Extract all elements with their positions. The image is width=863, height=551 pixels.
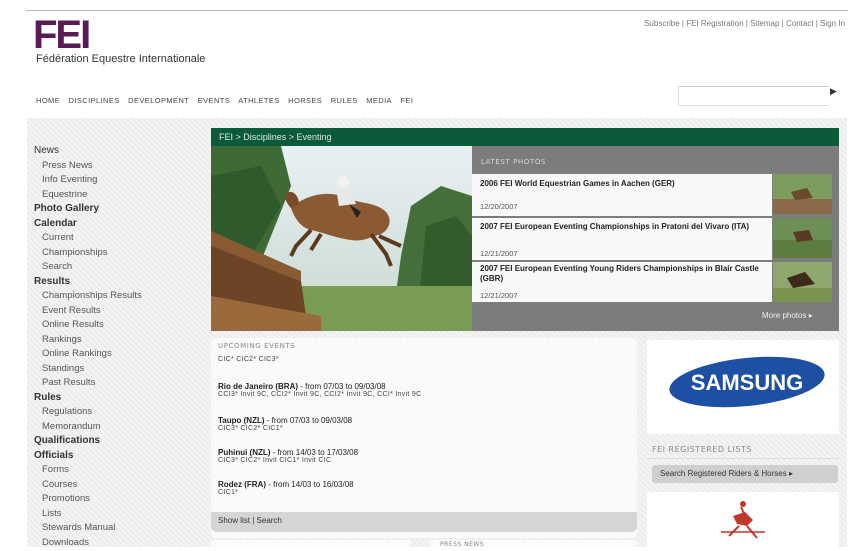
press-news-panel: PRESS NEWS xyxy=(430,540,637,548)
event-categories: CCI3* Invit 9C, CCI2* Invit 9C, CCI2* In… xyxy=(218,391,422,398)
photo-item-date: 12/21/2007 xyxy=(480,249,518,258)
utility-links: Subscribe | FEI Registration | Sitemap |… xyxy=(644,19,845,28)
nav-development[interactable]: DEVELOPMENT xyxy=(128,96,189,105)
bottom-panel-left xyxy=(211,540,411,547)
photo-thumbnail[interactable] xyxy=(773,174,832,214)
sidebar-item[interactable]: Standings xyxy=(34,362,204,377)
sidebar-nav: News Press News Info Eventing Equestrine Pho… xyxy=(34,144,204,550)
registered-lists-heading: FEI REGISTERED LISTS xyxy=(652,445,752,454)
photo-item[interactable]: 2007 FEI European Eventing Young Riders … xyxy=(472,262,772,302)
fei-logo[interactable]: FEI xyxy=(33,13,153,57)
event-name[interactable]: Puhinui (NZL) xyxy=(218,448,270,457)
sidebar-section[interactable]: Qualifications xyxy=(34,434,204,449)
registered-divider xyxy=(647,458,839,459)
upcoming-events-box: UPCOMING EVENTS CIC* CIC2* CIC3* Rio de … xyxy=(211,338,637,538)
sidebar-item[interactable]: Equestrine xyxy=(34,188,204,203)
sidebar-section[interactable]: Photo Gallery xyxy=(34,202,204,217)
event-item[interactable]: Rio de Janeiro (BRA) - from 07/03 to 09/… xyxy=(218,382,628,398)
photo-item-title[interactable]: 2006 FEI World Equestrian Games in Aache… xyxy=(480,179,675,189)
sidebar-section[interactable]: Rules xyxy=(34,391,204,406)
subscribe-link[interactable]: Subscribe xyxy=(644,19,680,28)
sidebar-item[interactable]: Regulations xyxy=(34,405,204,420)
sidebar-item[interactable]: Courses xyxy=(34,478,204,493)
breadcrumb: FEI > Disciplines > Eventing xyxy=(211,128,839,146)
nav-athletes[interactable]: ATHLETES xyxy=(238,96,279,105)
nav-fei[interactable]: FEI xyxy=(400,96,413,105)
nav-home[interactable]: HOME xyxy=(36,96,60,105)
sidebar-item[interactable]: Downloads xyxy=(34,536,204,551)
nav-horses[interactable]: HORSES xyxy=(288,96,322,105)
show-list-search-links[interactable]: Show list | Search xyxy=(218,516,282,525)
event-categories: CIC* CIC2* CIC3* xyxy=(218,356,279,363)
top-divider xyxy=(26,10,848,11)
contact-link[interactable]: Contact xyxy=(786,19,814,28)
sidebar-item[interactable]: Championships Results xyxy=(34,289,204,304)
sidebar-item[interactable]: Online Rankings xyxy=(34,347,204,362)
sponsor-logo-text: SAMSUNG xyxy=(691,370,803,395)
photo-item-title[interactable]: 2007 FEI European Eventing Young Riders … xyxy=(480,264,772,284)
nav-events[interactable]: EVENTS xyxy=(198,96,230,105)
photo-thumbnail[interactable] xyxy=(773,262,832,302)
photo-item-date: 12/20/2007 xyxy=(480,202,518,211)
event-dates: - from 14/03 to 17/03/08 xyxy=(270,448,359,457)
sidebar-section[interactable]: Calendar xyxy=(34,217,204,232)
event-categories: CIC3* CIC2* CIC1* xyxy=(218,425,284,432)
event-item[interactable]: Rodez (FRA) - from 14/03 to 16/03/08 CIC… xyxy=(218,480,628,496)
registration-link[interactable]: FEI Registration xyxy=(686,19,743,28)
sidebar-item[interactable]: Championships xyxy=(34,246,204,261)
photo-item[interactable]: 2006 FEI World Equestrian Games in Aache… xyxy=(472,174,772,216)
event-name[interactable]: Taupo (NZL) xyxy=(218,416,265,425)
sidebar-item[interactable]: Promotions xyxy=(34,492,204,507)
event-dates: - from 07/03 to 09/03/08 xyxy=(298,382,386,391)
main-navigation: HOME DISCIPLINES DEVELOPMENT EVENTS ATHL… xyxy=(36,96,419,105)
sidebar-item[interactable]: Stewards Manual xyxy=(34,521,204,536)
more-photos-link[interactable]: More photos ▸ xyxy=(762,311,813,320)
photo-item-date: 12/21/2007 xyxy=(480,291,518,300)
event-name[interactable]: Rio de Janeiro (BRA) xyxy=(218,382,298,391)
sidebar-item[interactable]: Event Results xyxy=(34,304,204,319)
sidebar-item[interactable]: Rankings xyxy=(34,333,204,348)
event-categories: CIC1* xyxy=(218,489,239,496)
eventing-pictogram xyxy=(647,492,839,547)
latest-photos-heading: LATEST PHOTOS xyxy=(481,158,546,166)
sponsor-banner[interactable]: SAMSUNG xyxy=(647,340,839,434)
event-item[interactable]: Taupo (NZL) - from 07/03 to 09/03/08 CIC… xyxy=(218,416,628,432)
sidebar-item[interactable]: Past Results xyxy=(34,376,204,391)
sidebar-item[interactable]: Search xyxy=(34,260,204,275)
search-go-icon[interactable]: ▶ xyxy=(830,87,837,97)
upcoming-events-heading: UPCOMING EVENTS xyxy=(218,342,296,350)
sidebar-item[interactable]: Lists xyxy=(34,507,204,522)
sidebar-item[interactable]: Memorandum xyxy=(34,420,204,435)
nav-rules[interactable]: RULES xyxy=(331,96,358,105)
event-name[interactable]: Rodez (FRA) xyxy=(218,480,266,489)
event-item: CIC* CIC2* CIC3* xyxy=(218,356,628,363)
photo-item[interactable]: 2007 FEI European Eventing Championships… xyxy=(472,218,772,260)
event-categories: CIC3* CIC2* Invit CIC1* Invit CIC xyxy=(218,457,332,464)
nav-disciplines[interactable]: DISCIPLINES xyxy=(69,96,120,105)
site-tagline: Fédération Equestre Internationale xyxy=(36,53,206,65)
event-dates: - from 07/03 to 09/03/08 xyxy=(264,416,353,425)
signin-link[interactable]: Sign In xyxy=(820,19,845,28)
photo-item-title[interactable]: 2007 FEI European Eventing Championships… xyxy=(480,222,749,232)
sidebar-section[interactable]: Results xyxy=(34,275,204,290)
fei-logo-mark: FEI xyxy=(33,13,91,57)
more-photos-label[interactable]: More photos xyxy=(762,311,806,320)
search-registered-label[interactable]: Search Registered Riders & Horses xyxy=(660,469,787,478)
hero-photo xyxy=(211,146,472,331)
sidebar-section[interactable]: Officials xyxy=(34,449,204,464)
nav-media[interactable]: MEDIA xyxy=(366,96,392,105)
search-registered-button[interactable]: Search Registered Riders & Horses ▸ xyxy=(652,465,838,483)
sidebar-item[interactable]: Forms xyxy=(34,463,204,478)
event-item[interactable]: Puhinui (NZL) - from 14/03 to 17/03/08 C… xyxy=(218,448,628,464)
sidebar-item[interactable]: Info Eventing xyxy=(34,173,204,188)
event-dates: - from 14/03 to 16/03/08 xyxy=(266,480,354,489)
photo-thumbnail[interactable] xyxy=(773,218,832,258)
sitemap-link[interactable]: Sitemap xyxy=(750,19,779,28)
sidebar-section[interactable]: News xyxy=(34,144,204,159)
sidebar-item[interactable]: Online Results xyxy=(34,318,204,333)
sidebar-item[interactable]: Current xyxy=(34,231,204,246)
events-footer: Show list | Search xyxy=(211,512,637,532)
search-input[interactable] xyxy=(678,86,829,106)
sidebar-item[interactable]: Press News xyxy=(34,159,204,174)
